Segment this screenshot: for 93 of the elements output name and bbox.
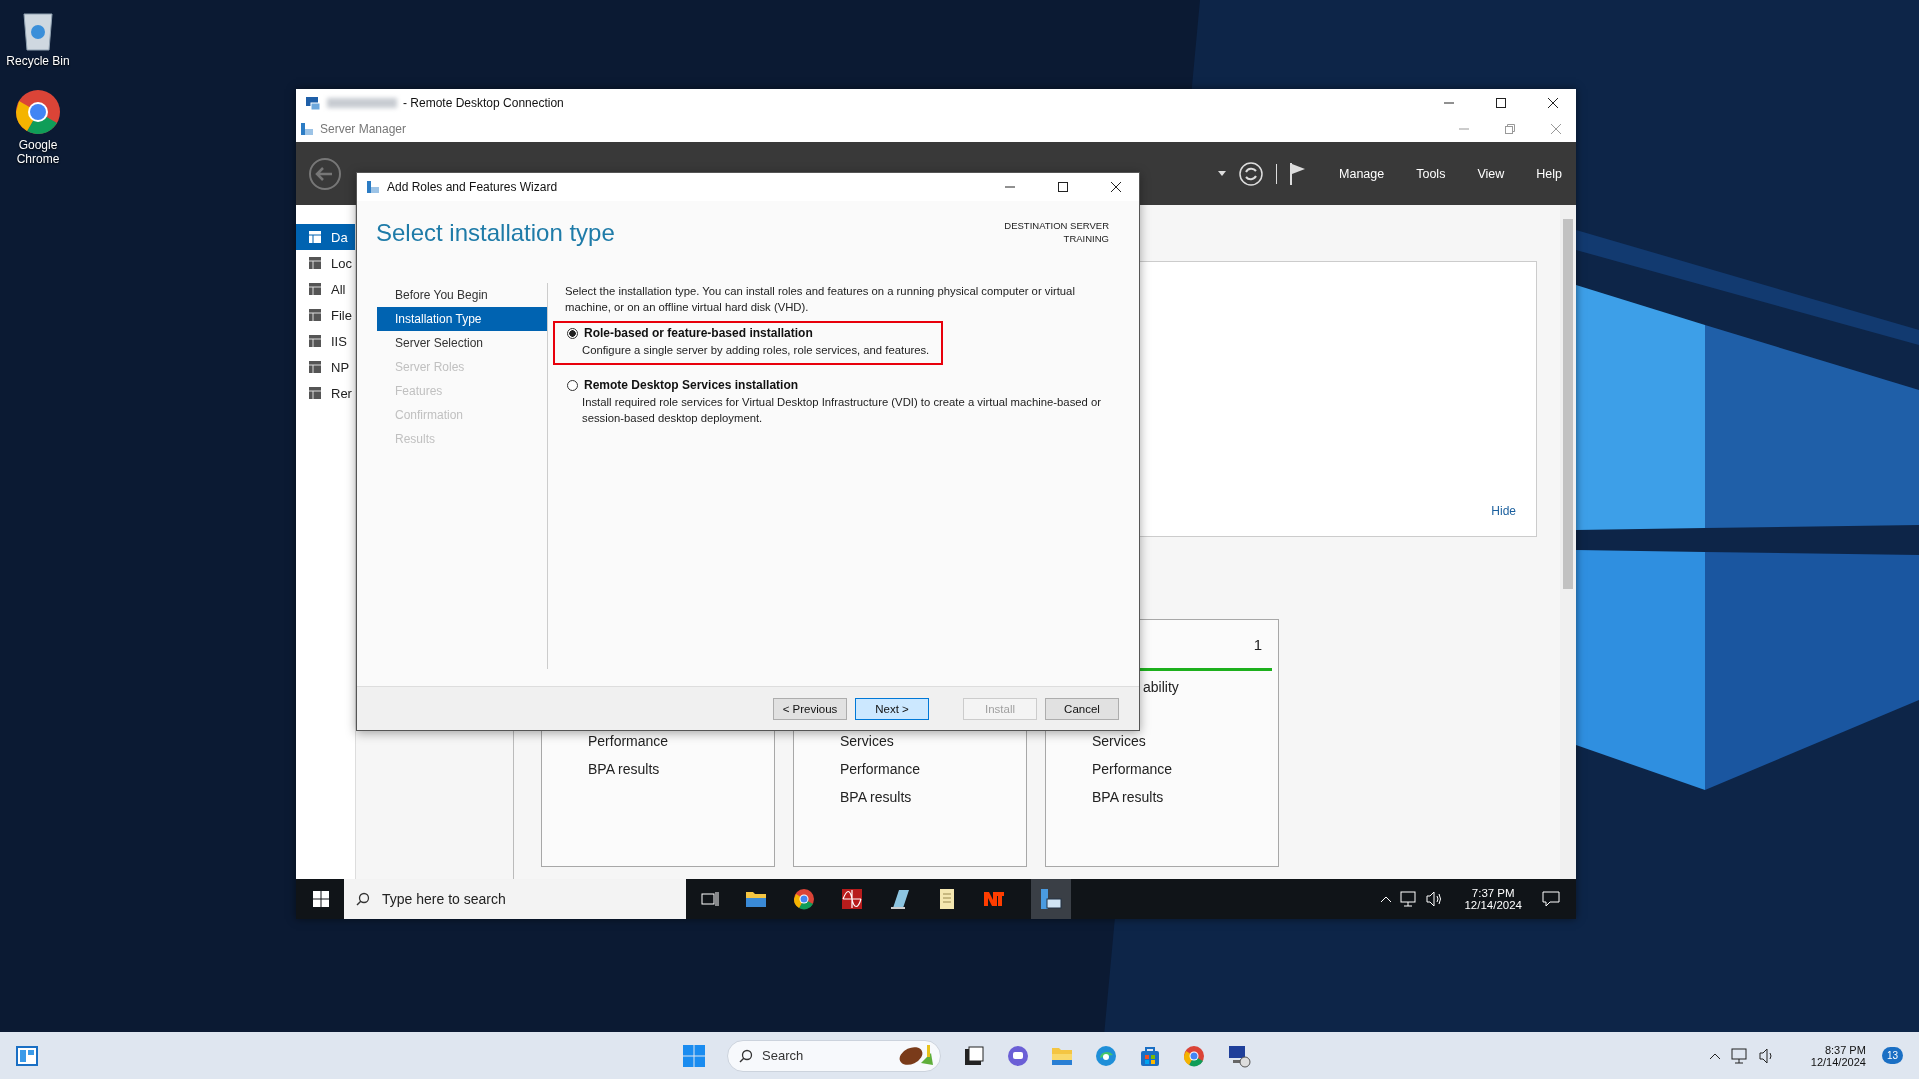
chevron-up-icon[interactable] — [1380, 895, 1393, 903]
tile-link[interactable]: BPA results — [1092, 789, 1278, 805]
tile-status: ability — [1143, 679, 1179, 695]
tile-link[interactable]: BPA results — [588, 761, 774, 777]
remote-desktop-icon — [305, 94, 321, 111]
destination-server: TRAINING — [1063, 232, 1109, 245]
tile-link[interactable]: Performance — [840, 761, 1026, 777]
tile-count: 1 — [1253, 635, 1262, 653]
browser-icon[interactable] — [14, 88, 62, 136]
scrollbar[interactable] — [1560, 205, 1576, 879]
window-icon[interactable] — [963, 1044, 985, 1067]
clock-time[interactable]: 7:37 PM — [1471, 887, 1515, 899]
wizard-button[interactable]: < Previous — [773, 697, 847, 720]
maximize-icon[interactable] — [1057, 181, 1069, 193]
menu-item[interactable]: Manage — [1339, 166, 1385, 181]
menu-item[interactable]: Help — [1536, 166, 1562, 181]
wizard-step[interactable]: Server Selection — [377, 331, 547, 355]
close-icon[interactable] — [1547, 96, 1559, 109]
search-icon — [356, 892, 370, 906]
sidebar-item[interactable]: File — [296, 302, 355, 328]
restore-icon[interactable] — [1504, 123, 1516, 135]
tile-link[interactable]: Performance — [1092, 761, 1278, 777]
tile-link[interactable]: Services — [1092, 733, 1278, 749]
caret-icon[interactable] — [1218, 170, 1227, 177]
server-icon — [308, 308, 322, 322]
start-icon[interactable] — [313, 891, 329, 907]
server-manager-icon[interactable] — [1031, 879, 1071, 919]
search-field[interactable]: Type here to search — [344, 879, 686, 919]
page-heading: Select installation type — [376, 219, 615, 248]
menu-item[interactable]: View — [1477, 166, 1505, 181]
window-title: Add Roles and Features Wizard — [387, 180, 558, 194]
wizard-button[interactable]: Next > — [855, 697, 929, 720]
refresh-icon[interactable] — [1238, 160, 1265, 187]
server-icon — [308, 360, 322, 374]
server-manager-icon — [300, 122, 314, 136]
sidebar-item[interactable]: Da — [296, 224, 355, 250]
option-description: Configure a single server by adding roles, role services, and features. — [582, 343, 930, 358]
sidebar-item[interactable]: All — [296, 276, 355, 302]
option-title[interactable]: Remote Desktop Services installation — [584, 378, 799, 392]
back-icon[interactable] — [308, 156, 342, 191]
destination-label: DESTINATION SERVER — [1004, 219, 1109, 232]
store-icon[interactable] — [1139, 1044, 1161, 1067]
option-title[interactable]: Role-based or feature-based installation — [584, 326, 813, 340]
network-icon[interactable] — [1730, 1047, 1749, 1064]
scroll-icon[interactable] — [937, 888, 957, 910]
intro-text: Select the installation type. You can install roles and features on a running physical computer or virtual machine, or on an offline virtual hard disk (VHD). — [565, 284, 1076, 315]
server-icon — [308, 334, 322, 348]
sidebar-item[interactable]: Loc — [296, 250, 355, 276]
folder-icon[interactable] — [745, 890, 767, 908]
search-field[interactable]: Search — [727, 1039, 941, 1072]
sidebar-item[interactable]: Rer — [296, 380, 355, 406]
desktop-icon-label[interactable]: Recycle Bin — [3, 54, 73, 68]
wizard-step[interactable]: Installation Type — [377, 307, 547, 331]
maximize-icon[interactable] — [1495, 96, 1507, 109]
remote-desktop-icon[interactable] — [1227, 1043, 1251, 1068]
wizard-button[interactable]: Cancel — [1045, 697, 1119, 720]
window-title: - Remote Desktop Connection — [403, 95, 564, 110]
clock-time[interactable]: 8:37 PM — [1824, 1043, 1866, 1056]
clock-date[interactable]: 12/14/2024 — [1464, 899, 1522, 911]
notification-badge[interactable]: 13 — [1881, 1047, 1903, 1064]
search-icon — [739, 1048, 753, 1063]
window-title: Server Manager — [320, 122, 407, 136]
tablet-icon[interactable] — [889, 888, 911, 910]
tile-link[interactable]: Performance — [588, 733, 774, 749]
radio-button[interactable] — [567, 327, 578, 339]
option-description: Install required role services for Virtual Desktop Infrastructure (VDI) to create a virtual machine-based or session-based desktop deployment. — [582, 395, 1103, 426]
sidebar-item[interactable]: IIS — [296, 328, 355, 354]
tile-link[interactable]: Services — [840, 733, 1026, 749]
network-icon[interactable] — [1400, 891, 1419, 907]
start-icon[interactable] — [683, 1044, 705, 1067]
wave-icon[interactable] — [841, 888, 863, 910]
redacted-block — [327, 97, 397, 108]
task-view-icon[interactable] — [701, 891, 719, 907]
server-manager-icon — [366, 180, 380, 194]
desktop-icon-label[interactable]: Google Chrome — [3, 138, 73, 166]
app-icon[interactable] — [983, 890, 1005, 908]
widgets-icon[interactable] — [16, 1045, 38, 1066]
server-icon — [308, 282, 322, 296]
server-icon — [308, 230, 322, 244]
wizard-step[interactable]: Before You Begin — [377, 283, 547, 307]
hide-link[interactable]: Hide — [1491, 504, 1516, 518]
server-icon — [308, 386, 322, 400]
menu-item[interactable]: Tools — [1416, 166, 1446, 181]
chat-icon[interactable] — [1007, 1044, 1029, 1067]
radio-button[interactable] — [567, 379, 578, 391]
server-icon — [308, 256, 322, 270]
close-icon[interactable] — [1110, 181, 1122, 193]
sidebar-item[interactable]: NP — [296, 354, 355, 380]
clock-date[interactable]: 12/14/2024 — [1810, 1055, 1866, 1068]
notification-icon[interactable] — [1542, 891, 1560, 907]
browser-icon[interactable] — [793, 888, 815, 910]
tile-link[interactable]: BPA results — [840, 789, 1026, 805]
chevron-up-icon[interactable] — [1708, 1051, 1721, 1060]
